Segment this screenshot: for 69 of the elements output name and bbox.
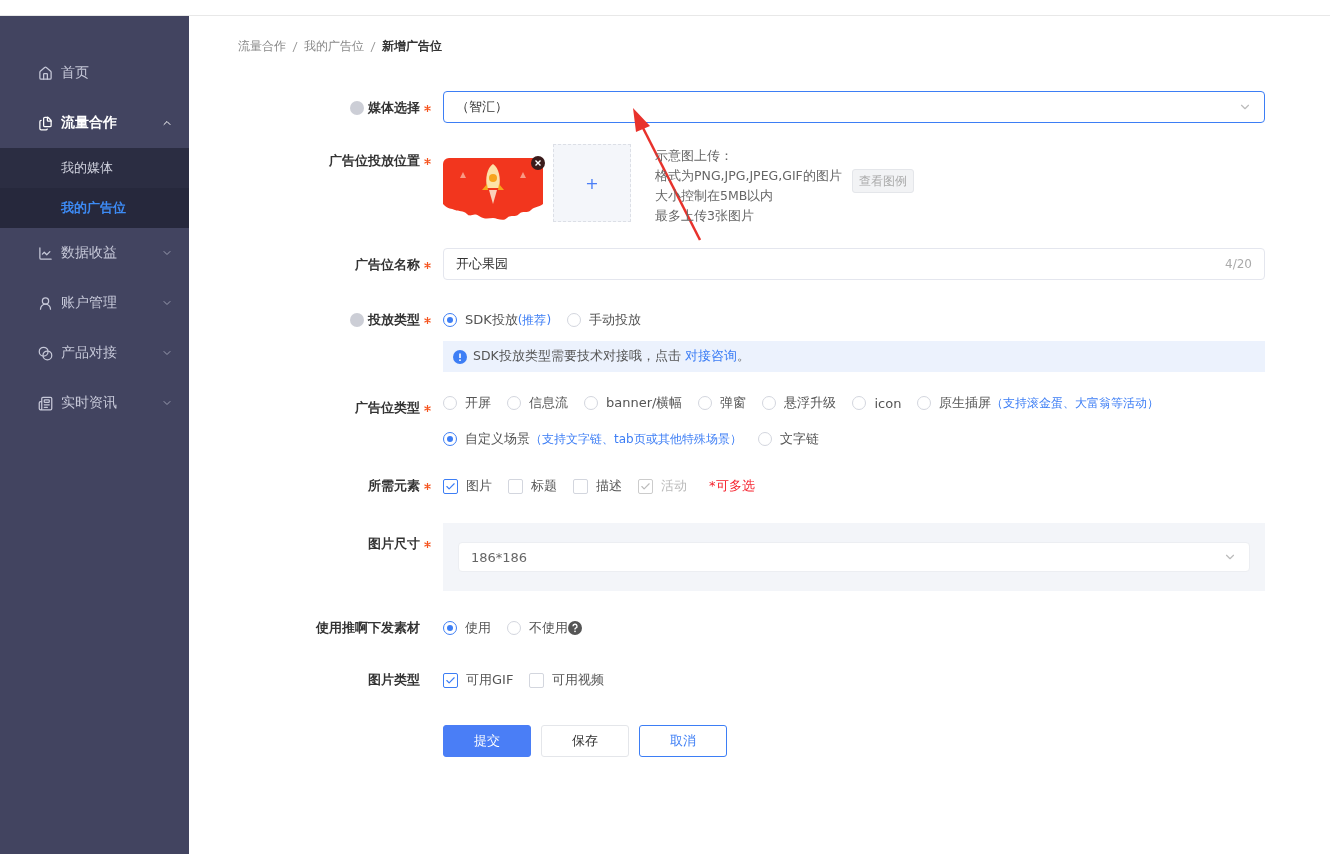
consult-link[interactable]: 对接咨询: [684, 348, 737, 363]
radio-option[interactable]: 不使用: [507, 618, 582, 638]
radio-option[interactable]: 文字链: [757, 429, 819, 449]
field-label: 媒体选择: [368, 99, 420, 117]
radio-option[interactable]: 手动投放: [567, 310, 642, 330]
field-label: 投放类型: [368, 311, 420, 329]
field-label: 图片尺寸: [368, 535, 420, 553]
form-button[interactable]: 保存: [541, 725, 629, 757]
slash-separator-icon: [292, 40, 298, 53]
checkbox-option[interactable]: 标题: [508, 476, 557, 496]
checkbox-option[interactable]: 可用GIF: [443, 670, 514, 690]
form-button[interactable]: 取消: [639, 725, 727, 757]
nav-item[interactable]: 流量合作: [0, 98, 189, 148]
radio-option[interactable]: 悬浮升级: [762, 393, 837, 413]
nav-icon: [38, 395, 53, 411]
radio-option[interactable]: 使用: [443, 618, 491, 638]
checkbox[interactable]: [443, 478, 458, 494]
field-label: 广告位名称: [355, 256, 420, 274]
required-asterisk-icon: [424, 482, 431, 490]
required-asterisk-icon: [424, 540, 431, 548]
nav-icon: [38, 345, 53, 361]
radio-option[interactable]: 开屏: [443, 393, 491, 413]
required-asterisk-icon: [424, 157, 431, 165]
char-counter: 4/20: [1225, 257, 1252, 271]
radio-option[interactable]: banner/横幅: [584, 393, 683, 413]
checkbox-option[interactable]: 可用视频: [529, 670, 605, 690]
field-label: 广告位类型: [355, 399, 420, 417]
required-asterisk-icon: [424, 261, 431, 269]
multi-select-note: *可多选: [709, 477, 755, 495]
nav-item[interactable]: 账户管理: [0, 278, 189, 328]
breadcrumb-item: 新增广告位: [382, 38, 442, 55]
nav-icon: [38, 65, 53, 81]
checkbox-option[interactable]: 描述: [573, 476, 622, 496]
info-icon: [453, 349, 467, 364]
field-label: 图片类型: [368, 671, 420, 689]
name-input[interactable]: 开心果园 4/20: [443, 248, 1265, 280]
nav-icon: [38, 295, 53, 311]
radio-option[interactable]: 弹窗: [698, 393, 747, 413]
field-label: 使用推啊下发素材: [316, 619, 420, 637]
close-icon[interactable]: [531, 156, 545, 170]
checkbox[interactable]: [443, 672, 458, 688]
nav-subitem[interactable]: 我的媒体: [0, 148, 189, 188]
check-icon: [640, 480, 651, 492]
field-label: 广告位投放位置: [329, 152, 420, 170]
nav-item[interactable]: 实时资讯: [0, 378, 189, 428]
nav-item[interactable]: 首页: [0, 48, 189, 98]
slash-separator-icon: [370, 40, 376, 53]
required-asterisk-icon: [424, 104, 431, 112]
required-asterisk-icon: [424, 316, 431, 324]
radio-option[interactable]: SDK投放(推荐): [443, 310, 552, 330]
field-label: 所需元素: [368, 477, 420, 495]
size-select[interactable]: 186*186: [458, 542, 1250, 572]
check-icon: [445, 480, 456, 492]
form-button[interactable]: 提交: [443, 725, 531, 757]
radio-option[interactable]: icon: [852, 393, 902, 413]
check-icon: [445, 674, 456, 686]
nav-item[interactable]: 产品对接: [0, 328, 189, 378]
nav-item[interactable]: 数据收益: [0, 228, 189, 278]
breadcrumb-item[interactable]: 流量合作: [238, 38, 286, 55]
radio-option[interactable]: 信息流: [507, 393, 568, 413]
breadcrumb-item[interactable]: 我的广告位: [304, 38, 364, 55]
required-asterisk-icon: [424, 404, 431, 412]
media-select[interactable]: （智汇）: [443, 91, 1265, 123]
checkbox-option[interactable]: 图片: [443, 476, 492, 496]
nav-icon: [38, 115, 53, 131]
alert-text: SDK投放类型需要技术对接哦，点击 对接咨询。: [473, 348, 750, 365]
radio-option[interactable]: 自定义场景（支持文字链、tab页或其他特殊场景）: [443, 429, 742, 449]
radio-option[interactable]: 原生插屏（支持滚金蛋、大富翁等活动）: [917, 393, 1160, 413]
nav-icon: [38, 245, 53, 261]
